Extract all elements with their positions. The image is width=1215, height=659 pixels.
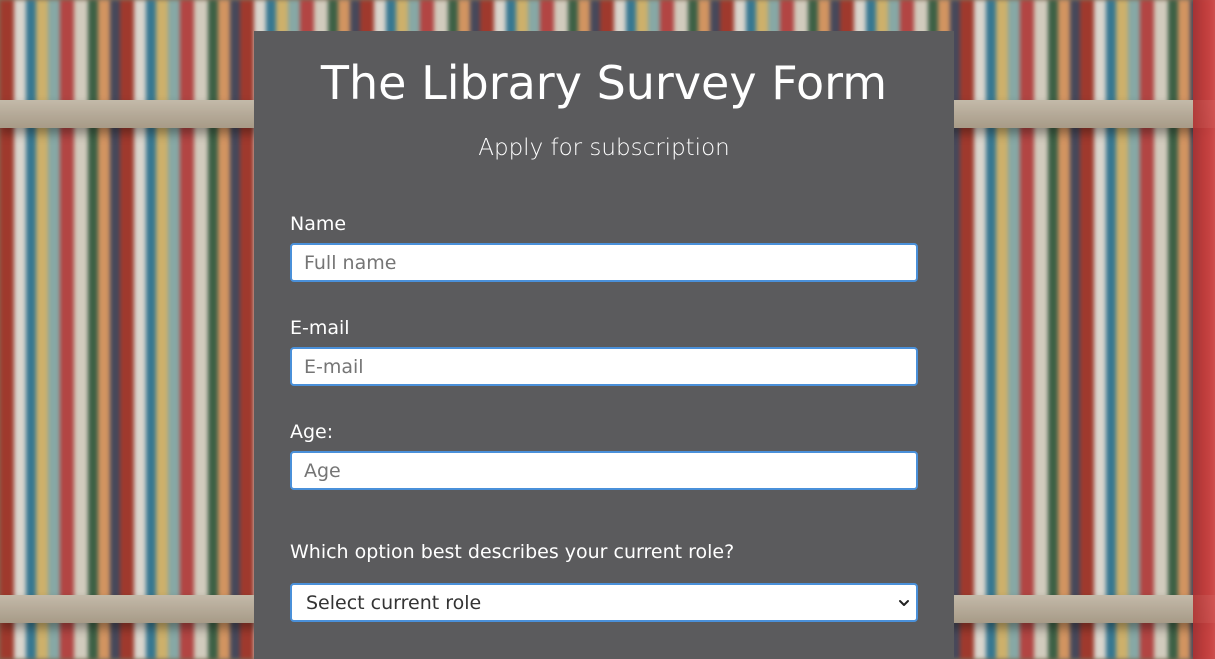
page: The Library Survey Form Apply for subscr… [0,0,1215,659]
email-field-group: E-mail [290,316,918,386]
role-question-label: Which option best describes your current… [290,541,735,563]
role-field-group: Which option best describes your current… [290,540,918,622]
role-select[interactable]: Select current role [290,583,918,622]
survey-form: The Library Survey Form Apply for subscr… [254,31,954,659]
chevron-down-icon [899,600,909,606]
name-field-group: Name [290,212,918,282]
name-label: Name [290,213,347,235]
email-label: E-mail [290,317,350,339]
page-subtitle: Apply for subscription [478,135,730,161]
age-input[interactable] [290,451,918,490]
name-input[interactable] [290,243,918,282]
age-field-group: Age: [290,420,918,490]
background-book-edge [1193,0,1215,659]
age-label: Age: [290,421,334,443]
role-select-value: Select current role [306,591,482,614]
email-input[interactable] [290,347,918,386]
page-title: The Library Survey Form [320,56,888,110]
